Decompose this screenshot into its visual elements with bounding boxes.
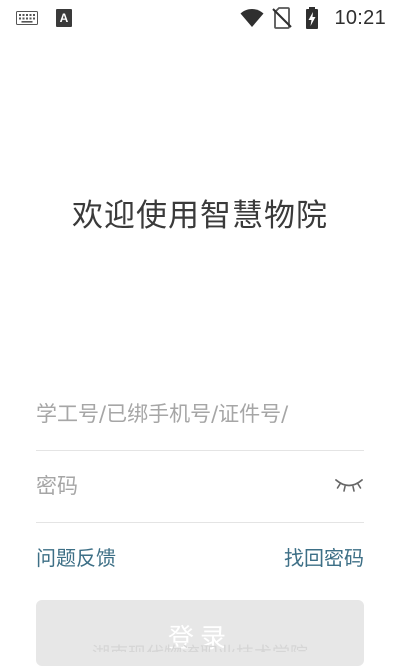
wifi-icon [240, 9, 264, 27]
a-notification-icon: A [56, 9, 72, 27]
no-sim-icon [272, 7, 293, 29]
keyboard-icon [16, 11, 38, 25]
welcome-title: 欢迎使用智慧物院 [72, 198, 328, 234]
password-input[interactable] [36, 469, 316, 503]
recover-password-link[interactable]: 找回密码 [284, 542, 364, 571]
password-field [36, 451, 364, 523]
eye-closed-icon[interactable] [334, 475, 364, 495]
battery-charging-icon [306, 7, 319, 29]
status-bar-time: 10:21 [334, 6, 386, 29]
account-field [36, 379, 364, 451]
status-bar: A 10:21 [0, 0, 400, 36]
login-button[interactable]: 登录 [36, 600, 364, 666]
footer-note: 湖南现代物流职业技术学院 [0, 640, 400, 652]
feedback-link[interactable]: 问题反馈 [36, 542, 116, 571]
link-row: 问题反馈 找回密码 [36, 542, 364, 572]
status-bar-left: A [16, 9, 72, 27]
status-bar-right: 10:21 [240, 6, 386, 30]
account-input[interactable] [36, 397, 336, 431]
